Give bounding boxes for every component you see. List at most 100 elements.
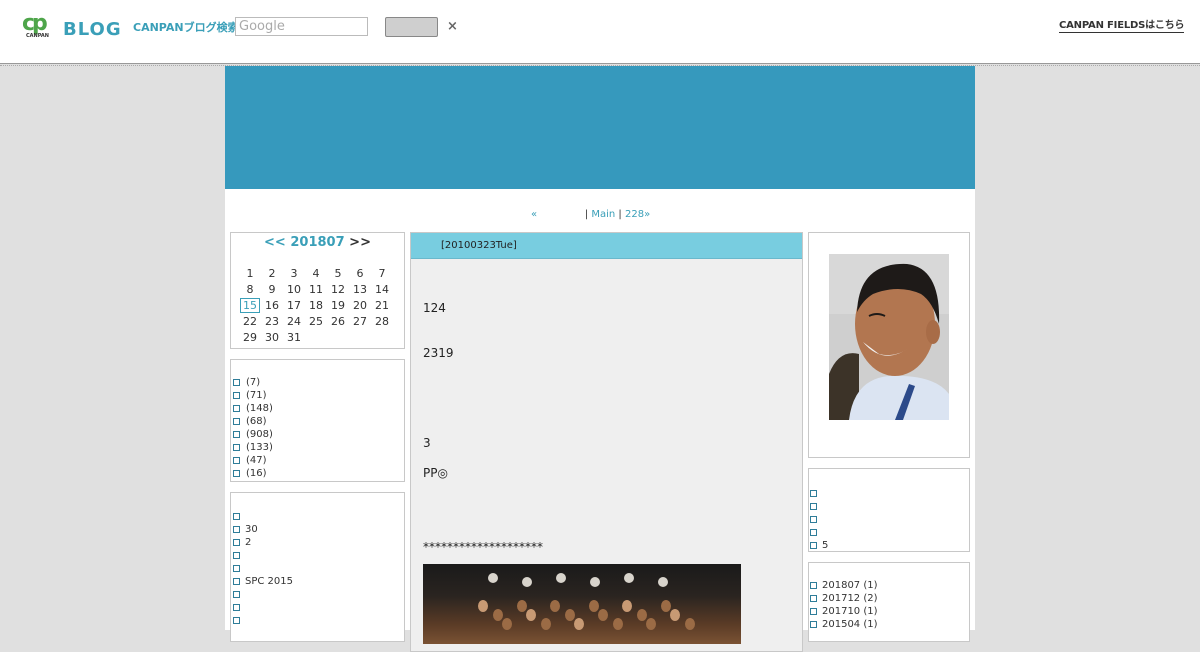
- calendar-day[interactable]: 24: [283, 313, 305, 329]
- calendar-grid: 1 2 3 4 5 6 7 8 9 10 11 12 13 14 15 16 17 18 19 20 21 22 23 24 2…: [239, 265, 393, 345]
- calendar-day[interactable]: 23: [261, 313, 283, 329]
- category-item[interactable]: (148): [233, 402, 273, 415]
- calendar-day-number: 10: [287, 282, 301, 296]
- search-input[interactable]: [235, 17, 368, 36]
- calendar-day-number: 8: [246, 282, 254, 296]
- logo-canpan-text: CANPAN: [26, 33, 49, 39]
- photo-person: [658, 577, 668, 587]
- prev-entry-link[interactable]: «: [531, 209, 537, 220]
- canpan-blog-logo[interactable]: cp CANPAN BLOG: [22, 11, 124, 41]
- calendar-day[interactable]: 8: [239, 281, 261, 297]
- photo-person: [613, 618, 623, 630]
- calendar-day[interactable]: 31: [283, 329, 305, 345]
- archive-item[interactable]: 201807 (1): [810, 579, 878, 592]
- entry-text-line: 124: [423, 301, 446, 315]
- calendar-month[interactable]: 201807: [290, 235, 344, 250]
- calendar-day[interactable]: 29: [239, 329, 261, 345]
- category-item[interactable]: (908): [233, 428, 273, 441]
- calendar-day[interactable]: 14: [371, 281, 393, 297]
- link-item[interactable]: [810, 500, 828, 513]
- square-bullet-icon: [233, 431, 240, 438]
- archive-item[interactable]: 201712 (2): [810, 592, 878, 605]
- calendar-day[interactable]: 18: [305, 297, 327, 313]
- calendar-box: << 201807 >> 1 2 3 4 5 6 7 8 9 10 11 12 13 14 15 16 17 18…: [230, 232, 405, 349]
- category-item[interactable]: (71): [233, 389, 273, 402]
- calendar-week: 29 30 31: [239, 329, 393, 345]
- calendar-day[interactable]: 6: [349, 265, 371, 281]
- recent-entry-item[interactable]: 30: [233, 523, 293, 536]
- recent-entry-item[interactable]: [233, 601, 293, 614]
- calendar-day-number: 14: [375, 282, 389, 296]
- calendar-week: 1234567: [239, 265, 393, 281]
- calendar-day[interactable]: 25: [305, 313, 327, 329]
- category-item[interactable]: (7): [233, 376, 273, 389]
- calendar-day[interactable]: 12: [327, 281, 349, 297]
- calendar-day[interactable]: 4: [305, 265, 327, 281]
- recent-entry-item[interactable]: [233, 562, 293, 575]
- square-bullet-icon: [233, 526, 240, 533]
- calendar-day[interactable]: 30: [261, 329, 283, 345]
- calendar-day[interactable]: 13: [349, 281, 371, 297]
- link-item[interactable]: 5: [810, 539, 828, 552]
- recent-entry-item[interactable]: [233, 614, 293, 627]
- calendar-day[interactable]: 27: [349, 313, 371, 329]
- recent-entry-item[interactable]: [233, 588, 293, 601]
- calendar-day-number: 3: [290, 266, 298, 280]
- calendar-day[interactable]: 20: [349, 297, 371, 313]
- recent-entry-item[interactable]: [233, 510, 293, 523]
- calendar-day[interactable]: 21: [371, 297, 393, 313]
- profile-box: [808, 232, 970, 458]
- calendar-day[interactable]: 15: [239, 297, 261, 313]
- category-item[interactable]: (47): [233, 454, 273, 467]
- calendar-day[interactable]: 10: [283, 281, 305, 297]
- calendar-day[interactable]: 11: [305, 281, 327, 297]
- calendar-day[interactable]: 5: [327, 265, 349, 281]
- calendar-day[interactable]: 1: [239, 265, 261, 281]
- category-item[interactable]: (68): [233, 415, 273, 428]
- recent-entry-item[interactable]: [233, 549, 293, 562]
- calendar-day-number: 7: [378, 266, 386, 280]
- search-button[interactable]: [385, 17, 438, 37]
- calendar-day[interactable]: 19: [327, 297, 349, 313]
- archive-item[interactable]: 201504 (1): [810, 618, 878, 631]
- calendar-day-number: 16: [265, 298, 279, 312]
- main-link[interactable]: Main: [591, 209, 615, 220]
- blog-banner[interactable]: [225, 66, 975, 189]
- link-item[interactable]: [810, 487, 828, 500]
- calendar-day[interactable]: 3: [283, 265, 305, 281]
- recent-entries-box: 30 2 SPC 2015: [230, 492, 405, 642]
- link-item[interactable]: [810, 513, 828, 526]
- entry-photo[interactable]: [423, 564, 741, 644]
- recent-entry-item[interactable]: SPC 2015: [233, 575, 293, 588]
- close-icon[interactable]: ×: [447, 19, 458, 34]
- square-bullet-icon: [233, 578, 240, 585]
- calendar-day[interactable]: 9: [261, 281, 283, 297]
- calendar-day[interactable]: 16: [261, 297, 283, 313]
- archive-item[interactable]: 201710 (1): [810, 605, 878, 618]
- category-item[interactable]: (133): [233, 441, 273, 454]
- calendar-day[interactable]: 7: [371, 265, 393, 281]
- calendar-day: [371, 329, 393, 345]
- calendar-day-number: 30: [265, 330, 279, 344]
- category-item-label: (7): [246, 377, 261, 388]
- calendar-day[interactable]: 26: [327, 313, 349, 329]
- archive-item-label: 201504 (1): [822, 619, 878, 630]
- photo-person: [598, 609, 608, 621]
- calendar-day-number: 9: [268, 282, 276, 296]
- calendar-day[interactable]: 17: [283, 297, 305, 313]
- category-item[interactable]: (16): [233, 467, 273, 480]
- recent-entry-item[interactable]: 2: [233, 536, 293, 549]
- next-entry-link[interactable]: 228»: [625, 209, 650, 220]
- calendar-day[interactable]: 2: [261, 265, 283, 281]
- calendar-day-number: 25: [309, 314, 323, 328]
- calendar-day[interactable]: 22: [239, 313, 261, 329]
- calendar-prev-link[interactable]: <<: [264, 235, 286, 250]
- link-item[interactable]: [810, 526, 828, 539]
- photo-person: [590, 577, 600, 587]
- canpan-fields-link[interactable]: CANPAN FIELDSはこちら: [1059, 16, 1185, 33]
- calendar-day[interactable]: 28: [371, 313, 393, 329]
- avatar[interactable]: [829, 254, 949, 420]
- calendar-next-link[interactable]: >>: [349, 235, 371, 250]
- calendar-day-number: 17: [287, 298, 301, 312]
- photo-person: [493, 609, 503, 621]
